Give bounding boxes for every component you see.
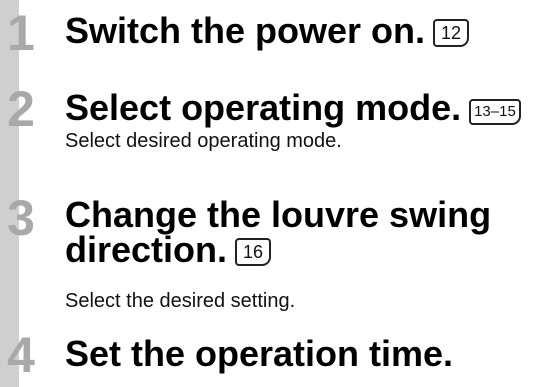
step-title-text: Select operating mode.: [65, 87, 462, 128]
step-number: 2: [7, 81, 35, 137]
step-number: 3: [7, 190, 35, 246]
step-description: Select desired operating mode.: [65, 130, 342, 152]
step-description: Select the desired setting.: [65, 290, 296, 312]
step-title: Set the operation time.: [65, 333, 454, 374]
page-reference: 13–15: [469, 99, 521, 125]
step-title-text: direction.: [65, 229, 228, 270]
page-reference: 16: [235, 238, 272, 266]
step-title: Change the louvre swing direction. 16: [65, 194, 492, 270]
step-title-line: direction. 16: [65, 229, 491, 270]
step-title: Switch the power on. 12: [65, 10, 470, 51]
step-title: Select operating mode. 13–15: [65, 87, 521, 128]
page-reference: 12: [433, 19, 470, 47]
step-title-text: Switch the power on.: [65, 10, 426, 51]
step-number: 4: [7, 327, 35, 383]
step-number: 1: [7, 5, 35, 61]
step-title-line: Change the louvre swing: [65, 194, 492, 235]
